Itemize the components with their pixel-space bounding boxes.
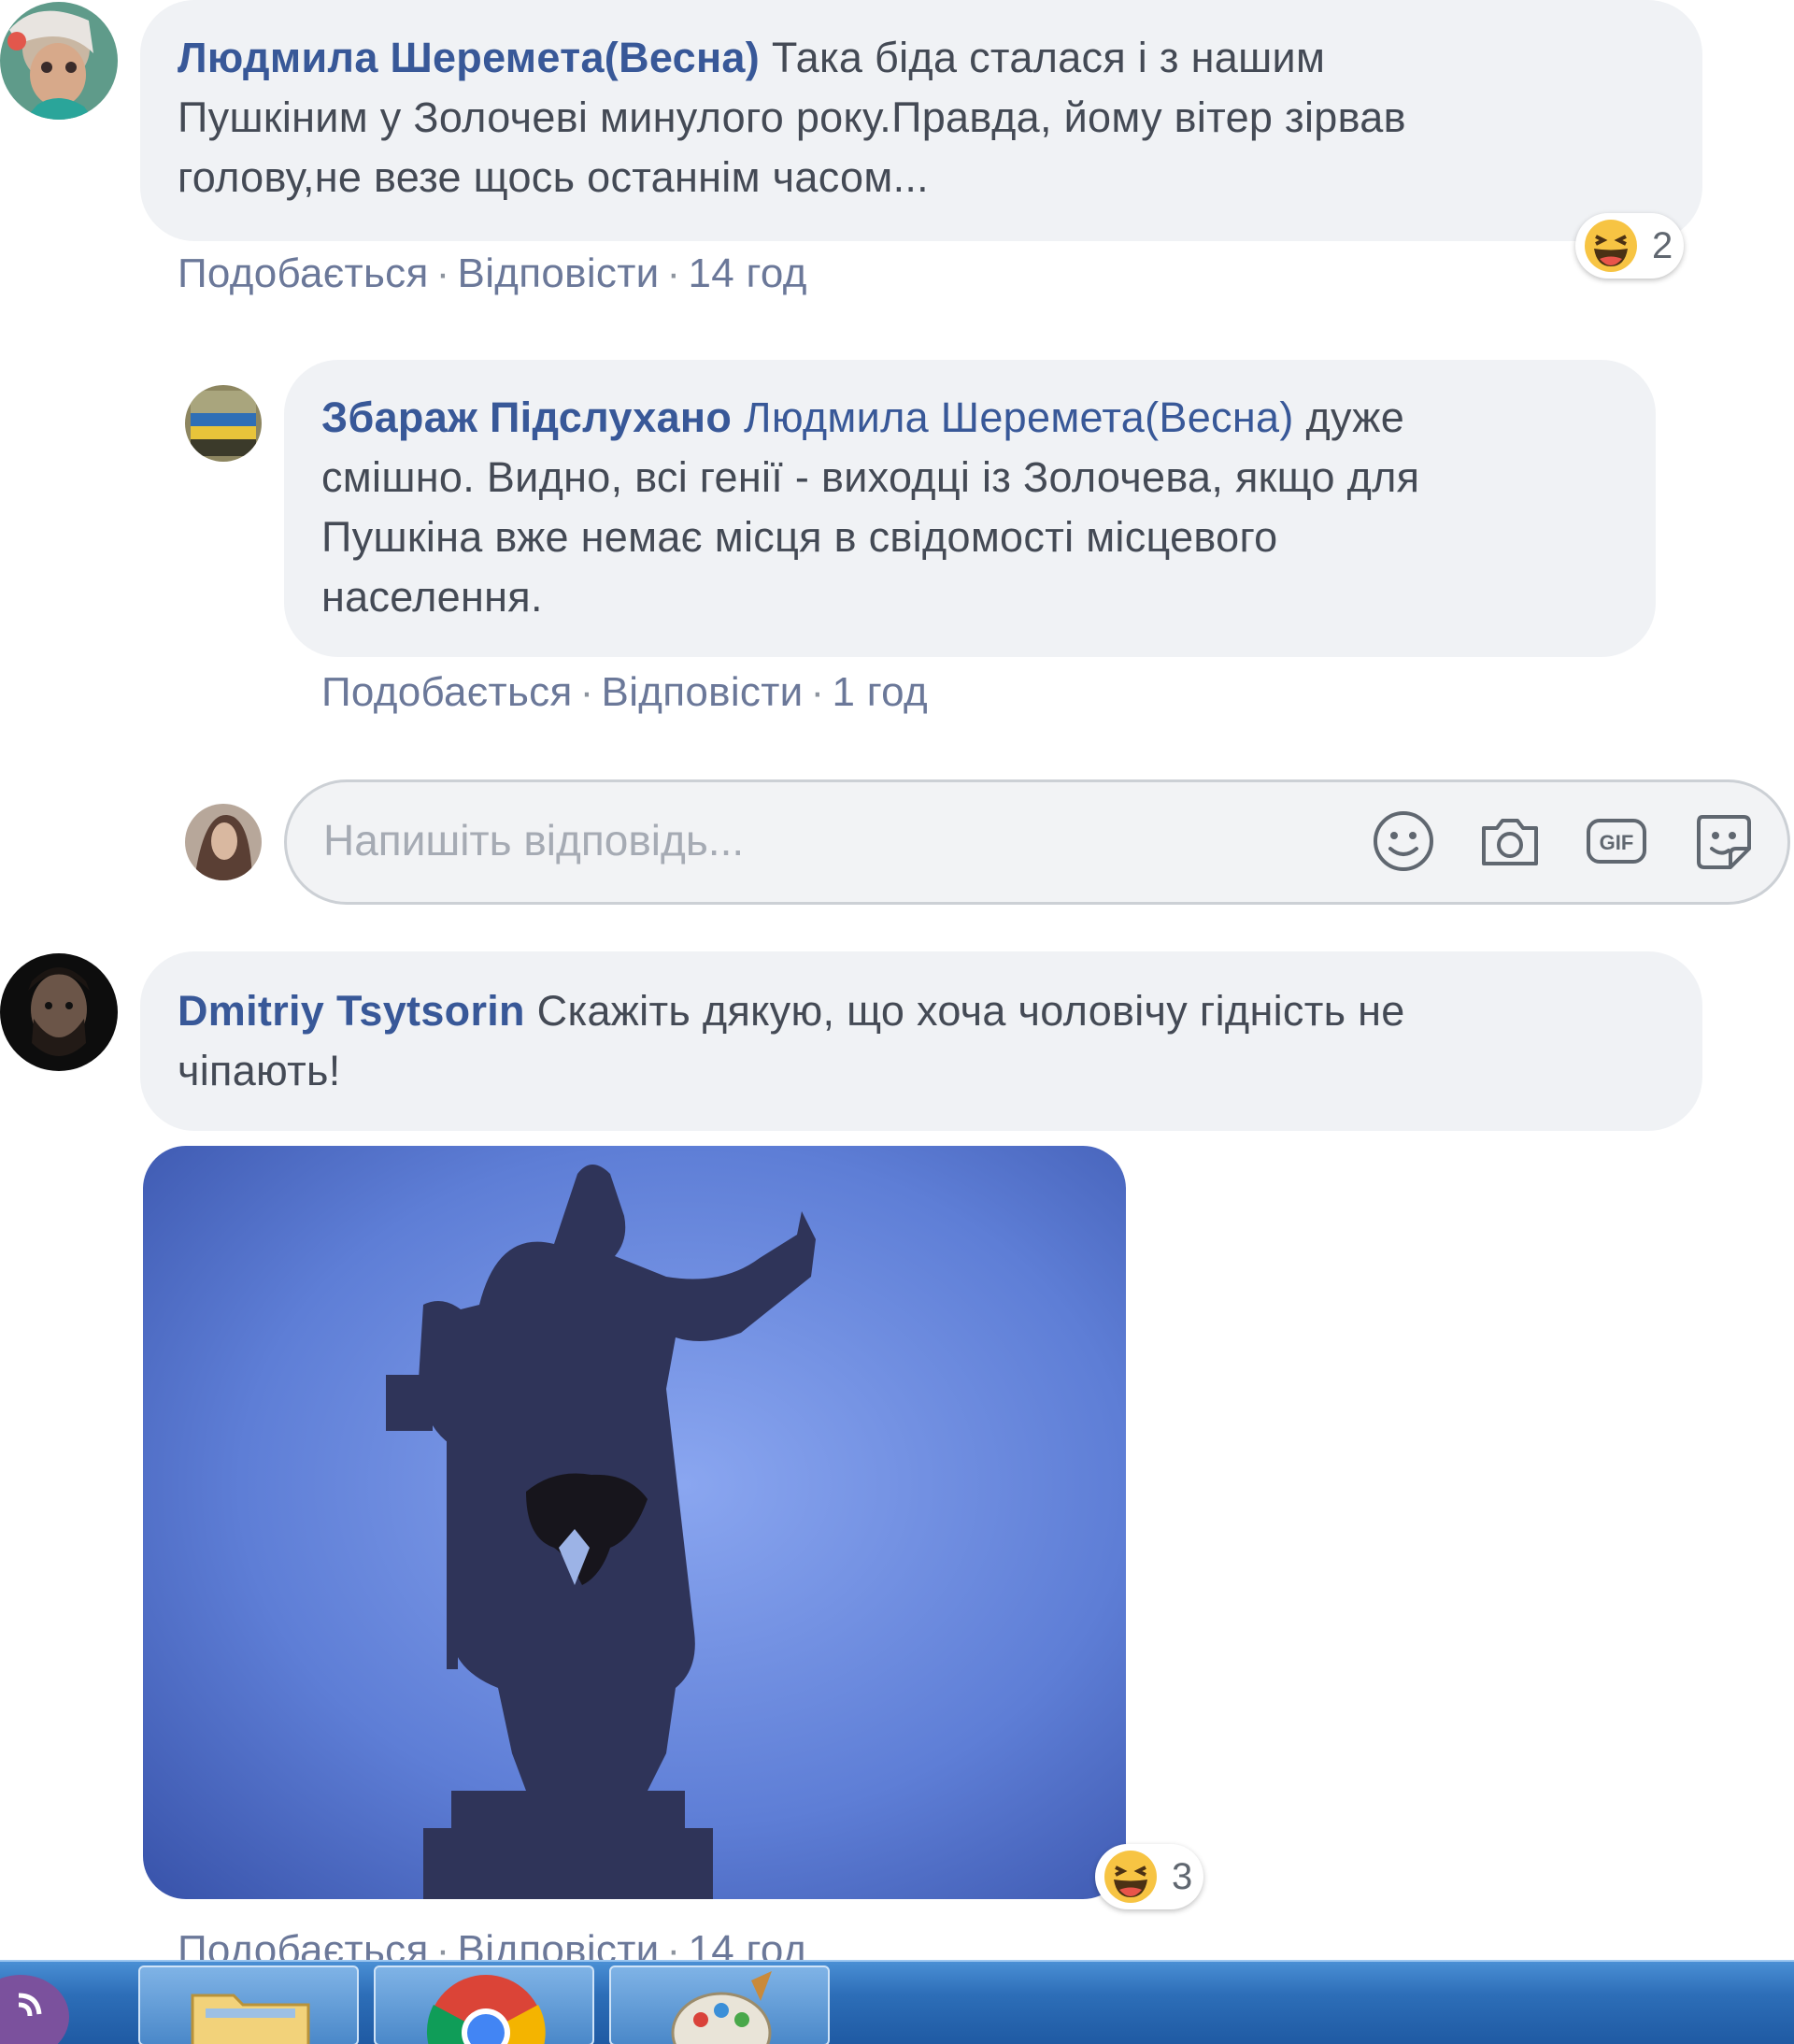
palette-glyph-icon bbox=[671, 1971, 772, 2044]
comment-author[interactable]: Збараж Підслухано bbox=[321, 393, 732, 441]
avatar[interactable] bbox=[185, 385, 262, 462]
comment-text-line: голову,не везе щось останнім часом... bbox=[178, 153, 929, 201]
emoji-icon[interactable] bbox=[1370, 808, 1437, 875]
chrome-glyph-icon bbox=[426, 1975, 546, 2044]
comment-text-line: Пушкіна вже немає місця в свідомості міс… bbox=[321, 513, 1278, 561]
reaction-count: 3 bbox=[1172, 1855, 1193, 1897]
reaction-badge[interactable]: 3 bbox=[1095, 1844, 1204, 1909]
svg-text:GIF: GIF bbox=[1600, 831, 1634, 854]
page-logo-icon bbox=[185, 385, 262, 462]
comment-text-line: Скажіть дякую, що хоча чоловічу гідність… bbox=[536, 987, 1405, 1035]
windows-taskbar bbox=[0, 1960, 1794, 2044]
camera-icon[interactable] bbox=[1476, 808, 1544, 875]
user-photo-icon bbox=[0, 953, 118, 1071]
comment-body: Dmitriy Tsytsorin Скажіть дякую, що хоча… bbox=[178, 981, 1691, 1101]
like-link[interactable]: Подобається bbox=[321, 669, 573, 715]
statue-photo-icon bbox=[143, 1146, 1126, 1899]
comment-body: Людмила Шеремета(Весна) Така біда сталас… bbox=[178, 28, 1691, 207]
user-photo-icon bbox=[0, 2, 118, 120]
like-link[interactable]: Подобається bbox=[178, 250, 429, 296]
comment-timestamp[interactable]: 14 год bbox=[688, 250, 806, 296]
reaction-count: 2 bbox=[1652, 224, 1673, 266]
file-explorer-icon[interactable] bbox=[138, 1965, 359, 2044]
reaction-badge[interactable]: 2 bbox=[1575, 213, 1685, 279]
reply-link[interactable]: Відповісти bbox=[602, 669, 804, 715]
reply-placeholder: Напишіть відповідь... bbox=[323, 816, 745, 865]
comment-actions: Подобається · Відповісти · 1 год bbox=[321, 669, 928, 715]
comment-photo[interactable] bbox=[143, 1146, 1126, 1899]
comment-text-line: Така біда сталася і з нашим bbox=[771, 34, 1326, 81]
comment-text-line: смішно. Видно, всі генії - виходці із Зо… bbox=[321, 453, 1420, 501]
comment-text-line: дуже bbox=[1305, 393, 1405, 441]
avatar bbox=[185, 804, 262, 880]
comment-actions: Подобається · Відповісти · 14 год bbox=[178, 250, 807, 296]
paint-icon[interactable] bbox=[609, 1965, 830, 2044]
reply-link[interactable]: Відповісти bbox=[458, 250, 660, 296]
sticker-icon[interactable] bbox=[1689, 808, 1757, 875]
current-user-photo-icon bbox=[185, 804, 262, 880]
viber-icon[interactable] bbox=[0, 1975, 69, 2044]
comment-text-line: Пушкіним у Золочеві минулого року.Правда… bbox=[178, 93, 1406, 141]
comment-body: Збараж Підслухано Людмила Шеремета(Весна… bbox=[321, 388, 1648, 627]
avatar[interactable] bbox=[0, 953, 118, 1071]
gif-icon[interactable]: GIF bbox=[1583, 808, 1650, 875]
comment-timestamp[interactable]: 1 год bbox=[832, 669, 927, 715]
folder-glyph-icon bbox=[191, 1994, 310, 2044]
haha-icon bbox=[1585, 220, 1637, 272]
mention-link[interactable]: Людмила Шеремета(Весна) bbox=[744, 393, 1294, 441]
haha-icon bbox=[1104, 1851, 1157, 1903]
avatar[interactable] bbox=[0, 2, 118, 120]
chrome-icon[interactable] bbox=[374, 1965, 594, 2044]
comment-text-line: чіпають! bbox=[178, 1047, 341, 1094]
comment-text-line: населення. bbox=[321, 573, 543, 621]
comment-author[interactable]: Dmitriy Tsytsorin bbox=[178, 987, 525, 1035]
viber-glyph-icon bbox=[18, 1993, 42, 2017]
comment-author[interactable]: Людмила Шеремета(Весна) bbox=[178, 34, 760, 81]
